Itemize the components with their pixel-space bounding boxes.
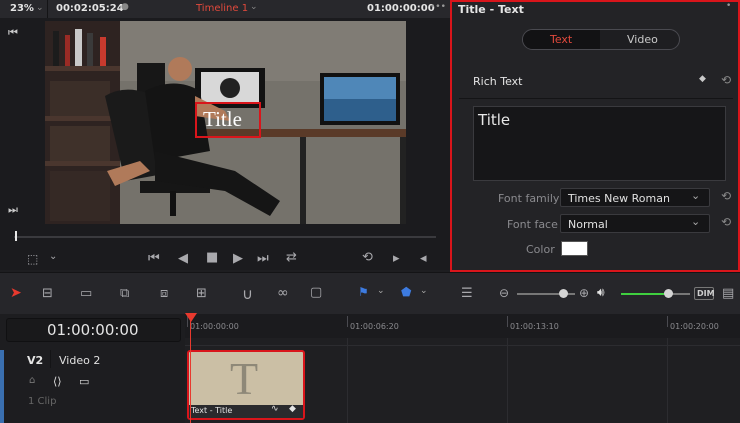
title-overlay-text[interactable]: Title bbox=[203, 107, 242, 132]
tab-video-label[interactable]: Video bbox=[627, 33, 658, 46]
rich-text-value: Title bbox=[478, 111, 511, 129]
clip-thumbnail-glyph: T bbox=[230, 353, 259, 404]
play-reverse-icon[interactable]: ◀ bbox=[178, 251, 188, 266]
inspector-title: Title - Text bbox=[458, 3, 524, 16]
scrub-handle[interactable] bbox=[15, 231, 17, 241]
keyframe-icon[interactable]: ◆ bbox=[289, 404, 296, 414]
color-label: Color bbox=[526, 243, 555, 256]
ruler-label: 01:00:13:10 bbox=[510, 322, 559, 331]
ruler-tick bbox=[507, 316, 508, 327]
expand-icon[interactable]: ▤ bbox=[722, 286, 734, 301]
snapping-magnet-icon[interactable]: ∪ bbox=[242, 285, 253, 303]
chevron-down-icon[interactable]: ⌄ bbox=[691, 189, 700, 202]
next-clip-icon[interactable]: ▸ bbox=[393, 251, 400, 266]
ruler-label: 01:00:00:00 bbox=[190, 322, 239, 331]
grid-line bbox=[667, 338, 668, 423]
more-options-icon[interactable]: ••• bbox=[430, 2, 446, 12]
replace-clip-icon[interactable]: ⊞ bbox=[196, 286, 207, 301]
link-icon[interactable]: ∞ bbox=[277, 285, 289, 301]
zoom-slider-handle[interactable] bbox=[559, 289, 568, 298]
dim-button-label: DIM bbox=[697, 289, 715, 298]
curve-icon[interactable]: ∿ bbox=[271, 404, 279, 414]
reset-icon[interactable]: ⟲ bbox=[721, 215, 731, 229]
skip-end-icon[interactable]: ⏭ bbox=[8, 203, 18, 217]
tab-text-label: Text bbox=[550, 33, 573, 46]
track-id[interactable]: V2 bbox=[27, 354, 43, 367]
lock-icon[interactable]: ⌂ bbox=[29, 375, 35, 386]
track-separator bbox=[185, 345, 740, 346]
rich-text-input[interactable] bbox=[473, 106, 726, 181]
select-tool-icon[interactable]: ➤ bbox=[10, 285, 22, 301]
timeline-timecode: 01:00:00:00 bbox=[47, 321, 139, 339]
track-clip-count: 1 Clip bbox=[28, 396, 57, 407]
lock-icon[interactable]: ▢ bbox=[310, 285, 322, 300]
duration-timecode: 00:02:05:24 bbox=[56, 3, 124, 14]
last-frame-icon[interactable]: ⏭ bbox=[257, 251, 269, 266]
chevron-down-icon[interactable]: ⌄ bbox=[250, 2, 258, 12]
grid-line bbox=[347, 338, 348, 423]
ruler-tick bbox=[347, 316, 348, 327]
divider bbox=[50, 350, 51, 368]
font-face-label: Font face bbox=[507, 218, 558, 231]
current-timecode: 01:00:00:00 bbox=[367, 3, 435, 14]
playhead-line[interactable] bbox=[190, 320, 191, 423]
chevron-down-icon[interactable]: ⌄ bbox=[36, 3, 44, 13]
track-visibility-icon[interactable]: ▭ bbox=[79, 375, 89, 388]
dot-icon[interactable]: • bbox=[726, 1, 731, 11]
blade-tool-icon[interactable]: ▭ bbox=[80, 286, 92, 301]
chevron-down-icon[interactable]: ⌄ bbox=[377, 286, 385, 296]
first-frame-icon[interactable]: ⏮ bbox=[148, 251, 160, 266]
clip-label: Text - Title bbox=[191, 406, 233, 415]
insert-clip-icon[interactable]: ⧉ bbox=[120, 286, 129, 301]
playhead-marker[interactable] bbox=[185, 313, 197, 322]
track-selection-indicator bbox=[0, 350, 4, 423]
skip-start-icon[interactable]: ⏮ bbox=[8, 26, 18, 40]
speaker-icon[interactable]: 🔊︎ bbox=[597, 285, 605, 300]
ruler-tick bbox=[667, 316, 668, 327]
keyframe-icon[interactable]: ◆ bbox=[699, 74, 706, 84]
timeline-ruler[interactable] bbox=[185, 314, 740, 338]
play-icon[interactable]: ▶ bbox=[233, 251, 243, 266]
track-name[interactable]: Video 2 bbox=[59, 354, 100, 367]
marker-icon[interactable]: ⬟ bbox=[401, 285, 411, 299]
trim-tool-icon[interactable]: ⊟ bbox=[42, 286, 53, 301]
volume-level-fill bbox=[621, 293, 668, 295]
font-face-value: Normal bbox=[568, 218, 608, 231]
safe-area-icon[interactable]: ⬚ bbox=[27, 252, 38, 266]
timeline-view-icon[interactable]: ☰ bbox=[461, 286, 473, 301]
volume-slider-handle[interactable] bbox=[664, 289, 673, 298]
divider bbox=[459, 98, 733, 99]
section-title: Rich Text bbox=[473, 75, 523, 88]
divider bbox=[47, 0, 48, 18]
chevron-down-icon[interactable]: ⌄ bbox=[691, 215, 700, 228]
color-swatch[interactable] bbox=[561, 241, 588, 256]
timeline-name[interactable]: Timeline 1 bbox=[196, 3, 248, 14]
scrub-bar[interactable] bbox=[14, 236, 436, 238]
zoom-out-icon[interactable]: ⊖ bbox=[499, 286, 509, 300]
dot-icon: ● bbox=[121, 2, 129, 12]
reset-icon[interactable]: ⟲ bbox=[721, 189, 731, 203]
match-frame-icon[interactable]: ⟲ bbox=[362, 250, 373, 265]
zoom-level[interactable]: 23% bbox=[10, 3, 34, 14]
reset-icon[interactable]: ⟲ bbox=[721, 73, 731, 87]
zoom-in-icon[interactable]: ⊕ bbox=[579, 286, 589, 300]
font-family-value: Times New Roman bbox=[568, 192, 670, 205]
prev-clip-icon[interactable]: ◂ bbox=[420, 251, 427, 266]
grid-line bbox=[507, 338, 508, 423]
auto-select-icon[interactable]: ⟨⟩ bbox=[53, 375, 62, 388]
overwrite-clip-icon[interactable]: ⧈ bbox=[160, 286, 168, 301]
loop-icon[interactable]: ⇄ bbox=[286, 250, 297, 265]
flag-icon[interactable]: ⚑ bbox=[358, 285, 369, 299]
stop-icon[interactable]: ■ bbox=[206, 250, 218, 265]
ruler-label: 01:00:06:20 bbox=[350, 322, 399, 331]
chevron-down-icon[interactable]: ⌄ bbox=[420, 286, 428, 296]
chevron-down-icon[interactable]: ⌄ bbox=[49, 251, 57, 262]
ruler-label: 01:00:20:00 bbox=[670, 322, 719, 331]
font-family-label: Font family bbox=[498, 192, 560, 205]
